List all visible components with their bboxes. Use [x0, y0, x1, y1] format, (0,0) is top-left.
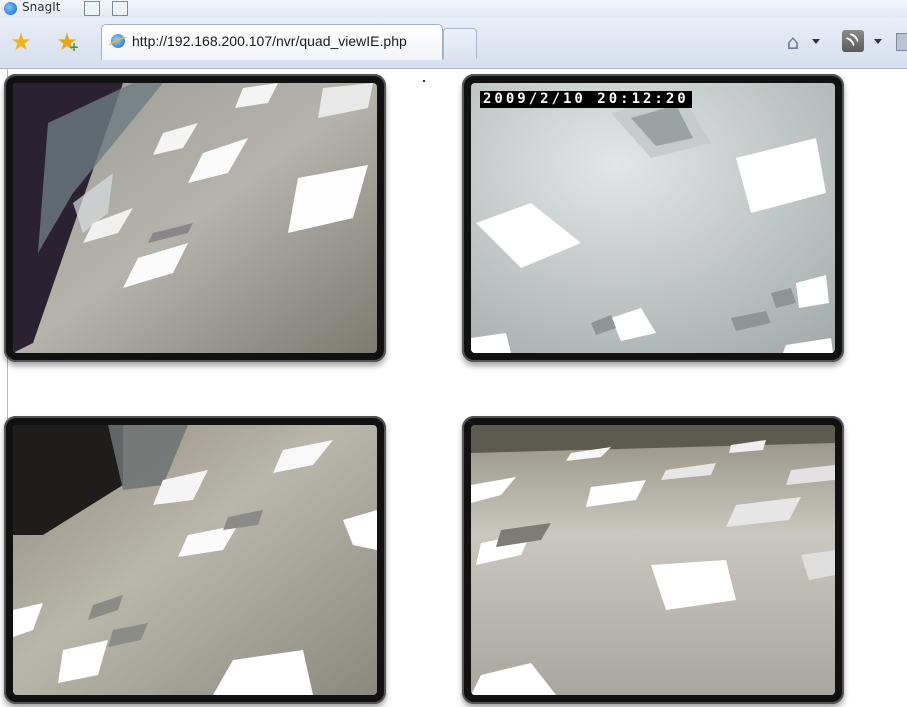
favorites-star-icon[interactable]: ★: [9, 30, 33, 54]
browser-tab[interactable]: http://192.168.200.107/nvr/quad_viewIE.p…: [101, 24, 443, 60]
camera-view-2[interactable]: 2009/2/10 20:12:20: [462, 74, 844, 362]
stray-dot: [423, 80, 425, 82]
snagit-window-icon[interactable]: [112, 1, 128, 16]
home-icon[interactable]: ⌂: [782, 31, 804, 53]
camera-feed-2: 2009/2/10 20:12:20: [471, 83, 835, 353]
ie-page-icon: [111, 34, 125, 48]
camera-view-3[interactable]: [4, 416, 386, 704]
feed-icon[interactable]: [842, 30, 864, 52]
camera-feed-3: [13, 425, 377, 695]
tab-url: http://192.168.200.107/nvr/quad_viewIE.p…: [132, 33, 407, 49]
camera-4-image: [471, 425, 835, 695]
browser-toolbar: ★ ★ + http://192.168.200.107/nvr/quad_vie…: [0, 18, 907, 69]
feed-dropdown-icon[interactable]: [874, 39, 882, 44]
add-favorites-icon[interactable]: ★ +: [55, 30, 79, 54]
print-icon[interactable]: [896, 33, 907, 51]
camera-2-timestamp: 2009/2/10 20:12:20: [480, 91, 692, 108]
camera-feed-1: [13, 83, 377, 353]
camera-1-image: [13, 83, 377, 353]
home-dropdown-icon[interactable]: [812, 39, 820, 44]
snagit-capture-icon[interactable]: [84, 1, 100, 16]
camera-view-1[interactable]: [4, 74, 386, 362]
new-tab-button[interactable]: [443, 28, 477, 59]
snagit-icon[interactable]: [4, 2, 17, 15]
camera-feed-4: [471, 425, 835, 695]
camera-view-4[interactable]: [462, 416, 844, 704]
snagit-label[interactable]: SnagIt: [22, 0, 60, 14]
camera-2-image: [471, 83, 835, 353]
menu-strip: SnagIt: [0, 0, 907, 18]
camera-3-image: [13, 425, 377, 695]
